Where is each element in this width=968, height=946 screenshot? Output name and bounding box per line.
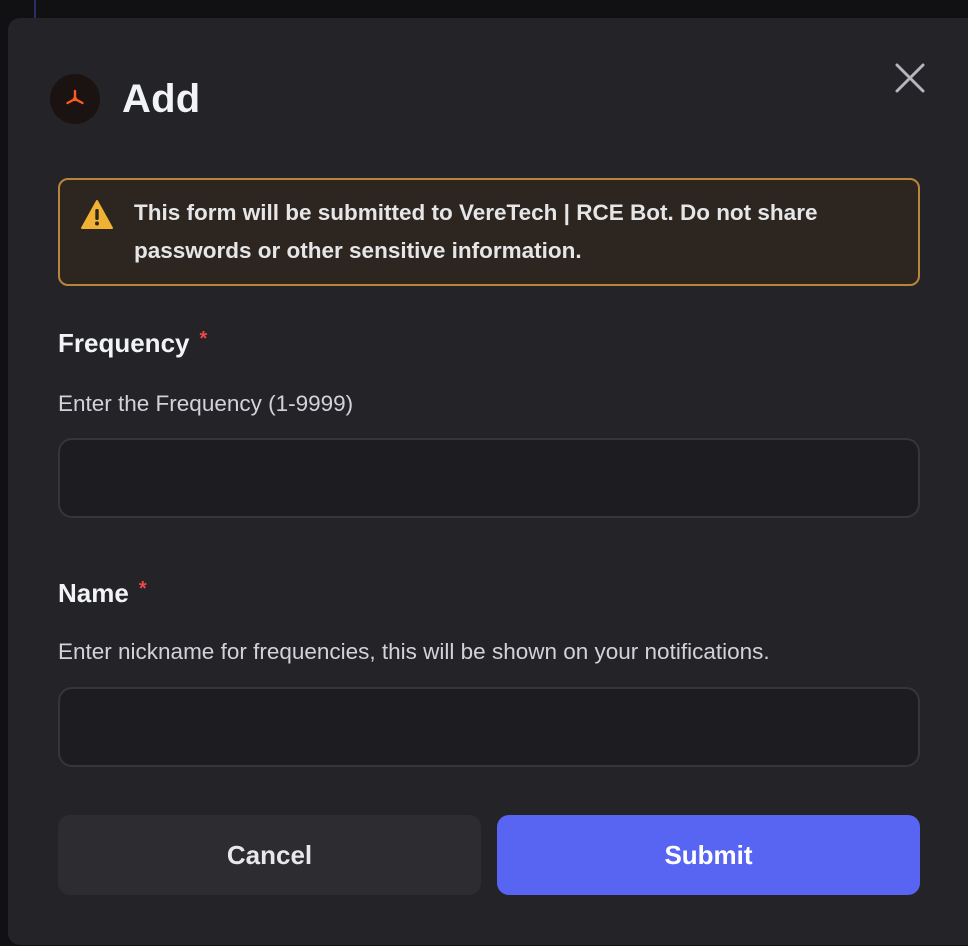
dialog-header: Add [50,74,200,124]
close-icon [895,63,925,93]
frequency-input[interactable] [58,438,920,518]
cancel-button[interactable]: Cancel [58,815,481,895]
warning-icon [81,200,113,229]
frequency-label: Frequency * [58,328,207,359]
close-button[interactable] [884,52,936,104]
dialog-title: Add [122,76,201,121]
required-asterisk: * [199,328,208,350]
warning-line-1: This form will be submitted to VereTech … [134,200,818,225]
frequency-description: Enter the Frequency (1-9999) [58,391,354,416]
app-logo-icon [50,74,100,124]
warning-line-2: passwords or other sensitive information… [134,238,582,263]
background-divider [34,0,36,18]
submit-button[interactable]: Submit [497,815,920,895]
warning-banner: This form will be submitted to VereTech … [58,178,920,286]
required-asterisk: * [138,578,147,600]
name-input[interactable] [58,687,920,767]
warning-message: This form will be submitted to VereTech … [134,194,817,270]
name-label: Name * [58,578,147,609]
name-label-text: Name [58,578,129,608]
name-description: Enter nickname for frequencies, this wil… [58,639,770,664]
frequency-label-text: Frequency [58,328,190,358]
